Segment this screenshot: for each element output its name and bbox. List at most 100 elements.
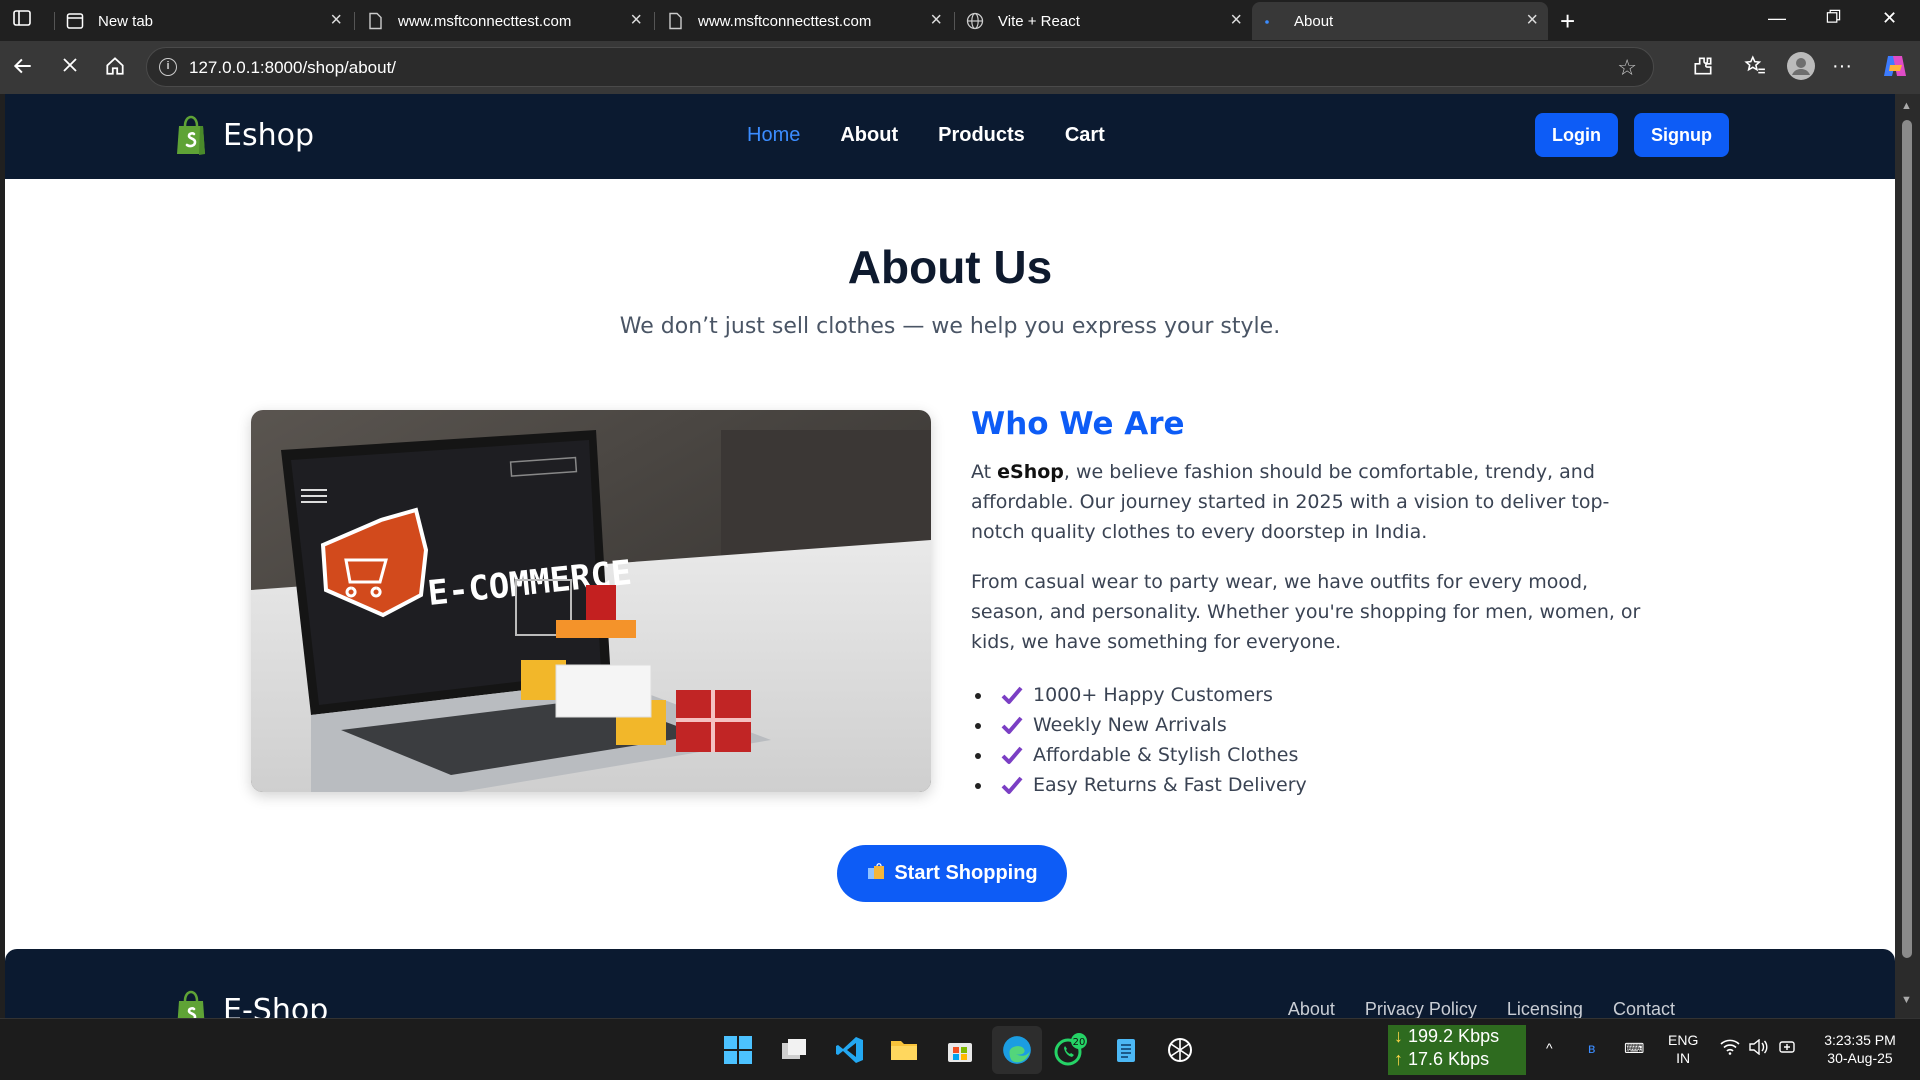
copilot-icon[interactable] bbox=[1880, 51, 1910, 87]
footer-link-licensing[interactable]: Licensing bbox=[1507, 999, 1583, 1018]
signup-button[interactable]: Signup bbox=[1634, 113, 1729, 157]
volume-icon[interactable] bbox=[1748, 1038, 1768, 1059]
footer-links: About Privacy Policy Licensing Contact bbox=[1258, 999, 1675, 1018]
language-indicator[interactable]: ENG IN bbox=[1668, 1031, 1698, 1067]
scrollbar-thumb[interactable] bbox=[1902, 120, 1912, 958]
who-we-are-paragraph-2: From casual wear to party wear, we have … bbox=[971, 571, 1641, 653]
tab-title: About bbox=[1294, 12, 1334, 30]
tab-separator bbox=[54, 12, 55, 30]
ecommerce-hero-image: E-COMMERCE bbox=[251, 410, 931, 792]
p1-prefix: At bbox=[971, 461, 998, 483]
back-icon[interactable] bbox=[12, 55, 34, 83]
close-tab-icon[interactable]: × bbox=[1230, 10, 1242, 30]
page-subtitle: We don’t just sell clothes — we help you… bbox=[619, 314, 1281, 339]
close-tab-icon[interactable]: × bbox=[1526, 10, 1538, 30]
stop-loading-icon[interactable] bbox=[60, 55, 80, 81]
tab-about[interactable]: About × bbox=[1252, 2, 1548, 40]
close-window-icon[interactable]: ✕ bbox=[1882, 8, 1897, 29]
download-arrow-icon: ↓ bbox=[1394, 1026, 1403, 1046]
windows-start-icon[interactable] bbox=[720, 1032, 756, 1068]
start-shopping-label: Start Shopping bbox=[894, 862, 1038, 884]
notepad-icon[interactable] bbox=[1108, 1032, 1144, 1068]
windows-taskbar: 20 ↓ 199.2 Kbps ↑ 17.6 Kbps ^ ʙ ⌨ ENG IN… bbox=[0, 1018, 1920, 1080]
nav-about[interactable]: About bbox=[840, 124, 898, 147]
tab-msftconnecttest-1[interactable]: www.msftconnecttest.com × bbox=[356, 2, 652, 40]
main-nav: Home About Products Cart bbox=[747, 124, 1145, 147]
p1-rest: , we believe fashion should be comfortab… bbox=[971, 461, 1610, 543]
page-scrollbar[interactable]: ▲ ▼ bbox=[1895, 94, 1920, 1018]
site-brand[interactable]: Eshop bbox=[173, 114, 314, 156]
nav-home[interactable]: Home bbox=[747, 124, 800, 147]
check-icon bbox=[1001, 686, 1023, 704]
network-speed-widget: ↓ 199.2 Kbps ↑ 17.6 Kbps bbox=[1388, 1025, 1526, 1075]
footer-link-about[interactable]: About bbox=[1288, 999, 1335, 1018]
list-item: Affordable & Stylish Clothes bbox=[971, 740, 1307, 770]
login-button[interactable]: Login bbox=[1535, 113, 1618, 157]
keyboard-icon[interactable]: ⌨ bbox=[1624, 1039, 1644, 1057]
chatgpt-icon[interactable] bbox=[1162, 1032, 1198, 1068]
extensions-icon[interactable] bbox=[1692, 55, 1714, 83]
check-icon bbox=[1001, 776, 1023, 794]
clock-date: 30-Aug-25 bbox=[1827, 1050, 1893, 1066]
tab-msftconnecttest-2[interactable]: www.msftconnecttest.com × bbox=[656, 2, 952, 40]
feature-list: 1000+ Happy Customers Weekly New Arrival… bbox=[971, 680, 1307, 800]
new-tab-icon bbox=[66, 12, 84, 30]
favorite-star-icon[interactable]: ☆ bbox=[1617, 55, 1637, 81]
net-down-speed: 199.2 Kbps bbox=[1408, 1026, 1500, 1046]
site-info-icon[interactable]: i bbox=[159, 58, 177, 76]
favorites-icon[interactable] bbox=[1744, 55, 1766, 83]
footer-brand[interactable]: E-Shop bbox=[173, 989, 328, 1018]
start-shopping-button[interactable]: Start Shopping bbox=[837, 845, 1067, 902]
tab-separator bbox=[954, 12, 955, 30]
show-hidden-icons-icon[interactable]: ^ bbox=[1546, 1039, 1553, 1057]
page-icon bbox=[366, 12, 384, 30]
home-icon[interactable] bbox=[104, 55, 126, 83]
tab-vite-react[interactable]: Vite + React × bbox=[956, 2, 1252, 40]
check-icon bbox=[1001, 716, 1023, 734]
task-view-icon[interactable] bbox=[776, 1032, 812, 1068]
globe-icon bbox=[966, 12, 984, 30]
scroll-down-icon[interactable]: ▼ bbox=[1901, 994, 1912, 1006]
region-code: IN bbox=[1676, 1050, 1691, 1066]
minimize-icon[interactable]: — bbox=[1768, 8, 1786, 29]
more-options-icon[interactable]: ··· bbox=[1832, 55, 1852, 78]
edge-icon[interactable] bbox=[992, 1026, 1042, 1074]
who-we-are-paragraph-1: At eShop, we believe fashion should be c… bbox=[971, 457, 1651, 547]
footer-brand-name: E-Shop bbox=[223, 992, 329, 1019]
vscode-icon[interactable] bbox=[832, 1032, 868, 1068]
whatsapp-icon[interactable]: 20 bbox=[1052, 1032, 1088, 1068]
file-explorer-icon[interactable] bbox=[886, 1032, 922, 1068]
tab-new-tab[interactable]: New tab × bbox=[56, 2, 352, 40]
footer-link-contact[interactable]: Contact bbox=[1613, 999, 1675, 1018]
wifi-icon[interactable] bbox=[1720, 1039, 1740, 1059]
clock[interactable]: 3:23:35 PM 30-Aug-25 bbox=[1812, 1031, 1908, 1067]
brand-name: Eshop bbox=[223, 117, 314, 153]
scroll-up-icon[interactable]: ▲ bbox=[1901, 100, 1912, 112]
restore-icon[interactable] bbox=[1826, 8, 1841, 29]
shopify-bag-icon bbox=[177, 990, 205, 1018]
shopify-bag-icon bbox=[177, 115, 205, 155]
new-tab-button[interactable]: + bbox=[1560, 6, 1575, 37]
tab-separator bbox=[354, 12, 355, 30]
tab-actions-icon[interactable] bbox=[12, 8, 38, 34]
page-title: About Us bbox=[847, 241, 1053, 293]
bluetooth-icon[interactable]: ʙ bbox=[1588, 1039, 1595, 1057]
address-bar[interactable]: i 127.0.0.1:8000/shop/about/ ☆ bbox=[146, 47, 1654, 87]
shopping-bags-icon bbox=[866, 861, 886, 886]
close-tab-icon[interactable]: × bbox=[630, 10, 642, 30]
site-navbar: Eshop Home About Products Cart Login Sig… bbox=[5, 94, 1895, 179]
close-tab-icon[interactable]: × bbox=[930, 10, 942, 30]
tab-title: Vite + React bbox=[998, 12, 1080, 30]
browser-toolbar: i 127.0.0.1:8000/shop/about/ ☆ ··· bbox=[0, 41, 1920, 94]
microsoft-store-icon[interactable] bbox=[942, 1032, 978, 1068]
page-icon bbox=[666, 12, 684, 30]
check-icon bbox=[1001, 746, 1023, 764]
profile-avatar[interactable] bbox=[1786, 51, 1816, 87]
nav-cart[interactable]: Cart bbox=[1065, 124, 1105, 147]
tab-title: www.msftconnecttest.com bbox=[698, 12, 872, 30]
upload-arrow-icon: ↑ bbox=[1394, 1049, 1403, 1069]
close-tab-icon[interactable]: × bbox=[330, 10, 342, 30]
nav-products[interactable]: Products bbox=[938, 124, 1025, 147]
footer-link-privacy[interactable]: Privacy Policy bbox=[1365, 999, 1477, 1018]
battery-sync-icon[interactable] bbox=[1778, 1039, 1798, 1059]
